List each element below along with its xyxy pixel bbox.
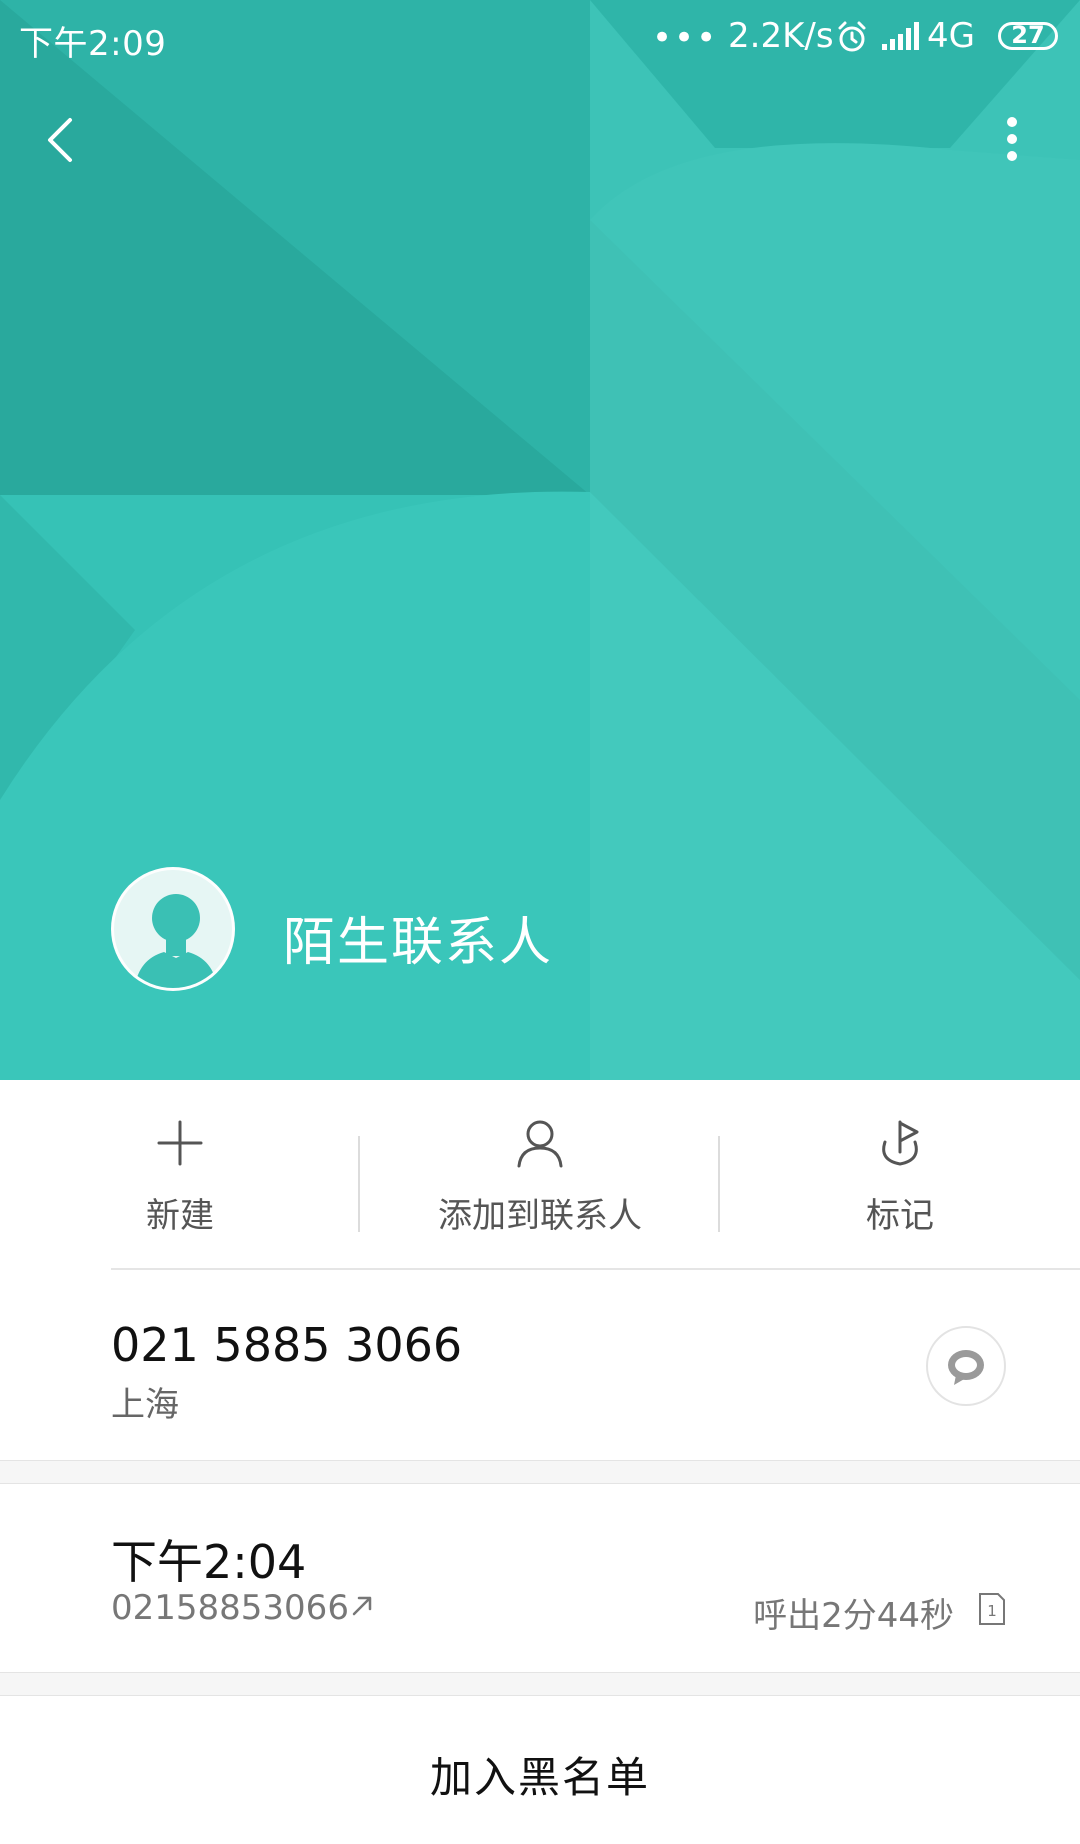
add-to-blacklist-label: 加入黑名单 [429, 1753, 650, 1802]
battery-icon: 27 [998, 21, 1058, 50]
section-gap [0, 1460, 1080, 1484]
status-time: 下午2:09 [19, 24, 167, 64]
section-gap [0, 1672, 1080, 1696]
plus-icon [157, 1120, 203, 1166]
phone-number: 021 5885 3066 [111, 1318, 463, 1372]
battery-level: 27 [1011, 21, 1045, 49]
outgoing-arrow-icon [352, 1596, 372, 1616]
avatar [111, 867, 235, 991]
status-bar: 下午2:09 ••• 2.2K/s 4G 27 [0, 0, 1080, 80]
mark-label: 标记 [866, 1196, 934, 1236]
action-bar: 新建 添加到联系人 标记 [0, 1080, 1080, 1270]
divider [718, 1136, 720, 1232]
contact-header: 下午2:09 ••• 2.2K/s 4G 27 陌生联系人 [0, 0, 1080, 1080]
sim-number: 1 [987, 1602, 997, 1620]
person-icon [517, 1120, 563, 1168]
signal-icon [882, 22, 919, 50]
add-to-contacts-label: 添加到联系人 [438, 1196, 642, 1236]
contact-name: 陌生联系人 [283, 913, 554, 973]
message-icon [948, 1350, 984, 1385]
divider [358, 1136, 360, 1232]
phone-number-row[interactable]: 021 5885 3066 上海 [0, 1270, 1080, 1460]
call-number: 02158853066 [111, 1588, 349, 1628]
add-to-contacts-button[interactable]: 添加到联系人 [410, 1080, 670, 1270]
sim-card-icon: 1 [979, 1593, 1005, 1625]
call-duration: 呼出2分44秒 [753, 1596, 954, 1636]
flag-icon [882, 1120, 919, 1166]
new-contact-button[interactable]: 新建 [100, 1080, 260, 1270]
call-log-item[interactable]: 下午2:04 02158853066 呼出2分44秒 1 [0, 1484, 1080, 1672]
network-type: 4G [927, 16, 975, 56]
more-options-icon[interactable] [988, 110, 1036, 170]
mark-button[interactable]: 标记 [820, 1080, 980, 1270]
add-to-blacklist-button[interactable]: 加入黑名单 [0, 1696, 1080, 1844]
new-contact-label: 新建 [146, 1196, 214, 1236]
notification-dots: ••• [652, 18, 719, 58]
send-message-button[interactable] [926, 1326, 1006, 1406]
phone-location: 上海 [111, 1385, 179, 1425]
alarm-icon [838, 21, 866, 52]
network-speed: 2.2K/s [728, 16, 834, 56]
back-icon[interactable] [36, 110, 84, 170]
call-time: 下午2:04 [111, 1535, 307, 1589]
